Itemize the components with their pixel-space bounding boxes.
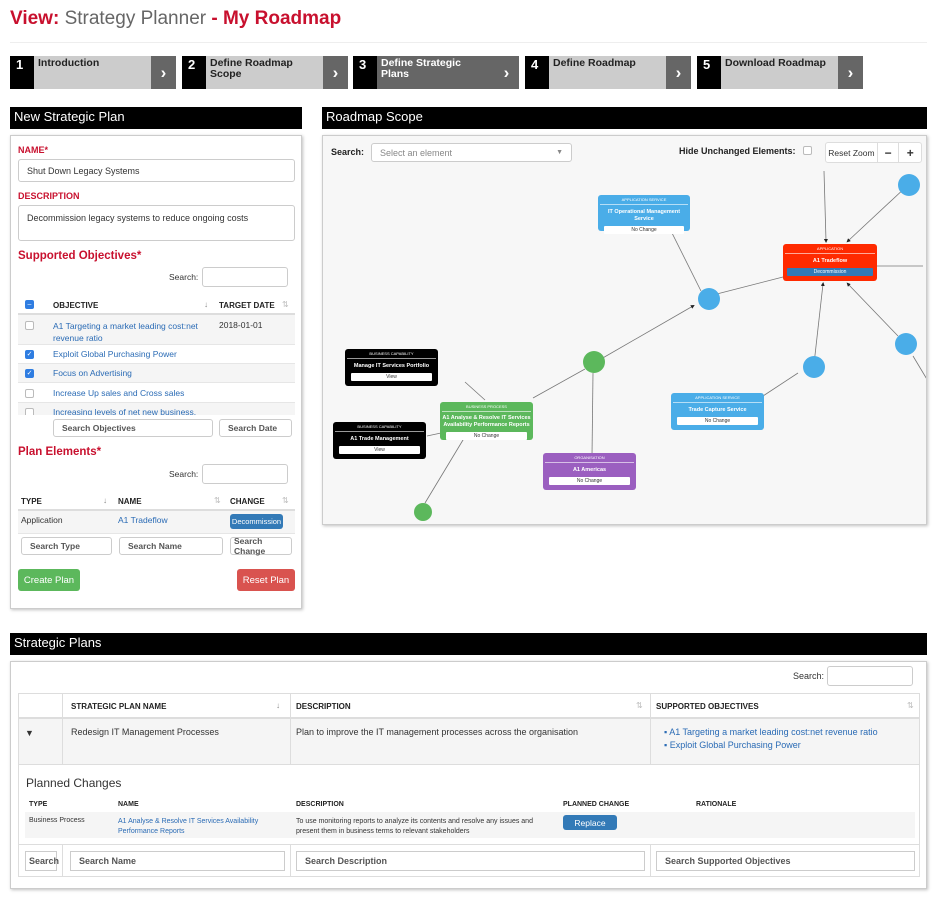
- planned-change-row: Business Process A1 Analyse & Resolve IT…: [25, 812, 915, 838]
- objective-row[interactable]: Increase Up sales and Cross sales: [18, 383, 295, 403]
- elements-search-input[interactable]: [202, 464, 288, 484]
- edge: [600, 305, 695, 360]
- objective-link[interactable]: ▪ Exploit Global Purchasing Power: [664, 740, 801, 750]
- edge: [912, 355, 926, 379]
- divider: [10, 42, 927, 43]
- search-objectives-input[interactable]: Search Objectives: [53, 419, 213, 437]
- step-download-roadmap[interactable]: 5 Download Roadmap ›: [697, 56, 863, 89]
- strategic-plans-panel: Search: STRATEGIC PLAN NAME ↓ DESCRIPTIO…: [10, 661, 927, 889]
- graph-node-manage-it-services[interactable]: BUSINESS CAPABILITY Manage IT Services P…: [345, 349, 438, 386]
- edge: [426, 432, 442, 437]
- search-name-filter[interactable]: Search Name: [70, 851, 285, 871]
- graph-node-circle[interactable]: [803, 356, 825, 378]
- graph-node-a1-tradeflow[interactable]: APPLICATION A1 Tradeflow Decommission: [783, 244, 877, 281]
- graph-node-circle[interactable]: [895, 333, 917, 355]
- objective-row[interactable]: ✓ Focus on Advertising: [18, 364, 295, 383]
- plan-details: Planned Changes TYPE NAME DESCRIPTION PL…: [18, 765, 920, 845]
- step-introduction[interactable]: 1 Introduction ›: [10, 56, 176, 89]
- objective-checkbox[interactable]: [25, 408, 34, 415]
- sort-icon[interactable]: ⇅: [636, 701, 643, 710]
- objective-link[interactable]: ▪ A1 Targeting a market leading cost:net…: [664, 727, 878, 737]
- graph-node-circle[interactable]: [698, 288, 720, 310]
- sort-icon[interactable]: ⇅: [282, 496, 289, 505]
- step-define-scope[interactable]: 2 Define Roadmap Scope ›: [182, 56, 348, 89]
- graph-node-business-process[interactable]: BUSINESS PROCESS A1 Analyse & Resolve IT…: [440, 402, 533, 440]
- chevron-right-icon[interactable]: ›: [838, 56, 863, 89]
- edge: [464, 381, 486, 401]
- chevron-right-icon[interactable]: ›: [151, 56, 176, 89]
- objective-row[interactable]: Increasing levels of net new business.: [18, 403, 295, 415]
- chevron-right-icon[interactable]: ›: [323, 56, 348, 89]
- graph-node-circle[interactable]: [414, 503, 432, 521]
- edge: [708, 276, 784, 297]
- chevron-right-icon[interactable]: ›: [666, 56, 691, 89]
- search-description-filter[interactable]: Search Description: [296, 851, 645, 871]
- edge: [670, 229, 702, 292]
- objective-checkbox[interactable]: [25, 389, 34, 398]
- sort-icon[interactable]: ⇅: [214, 496, 221, 505]
- sort-icon[interactable]: ⇅: [282, 300, 289, 309]
- objective-checkbox[interactable]: [25, 321, 34, 330]
- strategic-plans-header: Strategic Plans: [10, 633, 927, 655]
- edge: [532, 368, 586, 399]
- objective-checkbox[interactable]: ✓: [25, 369, 34, 378]
- create-plan-button[interactable]: Create Plan: [18, 569, 80, 591]
- graph-node-a1-trade-management[interactable]: BUSINESS CAPABILITY A1 Trade Management …: [333, 422, 426, 459]
- sort-asc-icon[interactable]: ↓: [276, 701, 280, 710]
- plans-table-header: STRATEGIC PLAN NAME ↓ DESCRIPTION ⇅ SUPP…: [18, 693, 920, 719]
- expand-caret-icon[interactable]: ▼: [25, 728, 34, 738]
- graph-node-circle[interactable]: [898, 174, 920, 196]
- select-all-checkbox[interactable]: –: [25, 300, 34, 309]
- sort-icon[interactable]: ⇅: [907, 701, 914, 710]
- plan-row[interactable]: ▼ Redesign IT Management Processes Plan …: [18, 719, 920, 765]
- search-objectives-filter[interactable]: Search Supported Objectives: [656, 851, 915, 871]
- objective-checkbox[interactable]: ✓: [25, 350, 34, 359]
- chevron-right-icon[interactable]: ›: [494, 56, 519, 89]
- step-define-plans[interactable]: 3 Define Strategic Plans ›: [353, 56, 519, 89]
- search-col0-input[interactable]: Search: [25, 851, 59, 871]
- search-change-input[interactable]: Search Change: [230, 536, 292, 556]
- plan-name-input[interactable]: Shut Down Legacy Systems: [18, 159, 295, 182]
- objective-row[interactable]: A1 Targeting a market leading cost:net r…: [18, 315, 295, 345]
- edge: [846, 282, 899, 337]
- edge: [813, 282, 825, 365]
- graph-node-a1-americas[interactable]: ORGANISATION A1 Americas No Change: [543, 453, 636, 490]
- new-plan-panel: NAME* Shut Down Legacy Systems DESCRIPTI…: [10, 135, 302, 609]
- change-badge[interactable]: Decommission: [230, 514, 283, 529]
- roadmap-scope-panel: Search: Select an element ▼ Hide Unchang…: [322, 135, 927, 525]
- reset-plan-button[interactable]: Reset Plan: [237, 569, 295, 591]
- edge: [762, 372, 799, 397]
- step-define-roadmap[interactable]: 4 Define Roadmap ›: [525, 56, 691, 89]
- search-type-input[interactable]: Search Type: [21, 537, 112, 555]
- objectives-search-input[interactable]: [202, 267, 288, 287]
- edge: [846, 185, 908, 243]
- element-row: Application A1 Tradeflow Decommission: [18, 511, 295, 534]
- edge: [590, 372, 595, 458]
- sort-asc-icon[interactable]: ↓: [103, 496, 107, 505]
- roadmap-scope-header: Roadmap Scope: [322, 107, 927, 129]
- edge: [424, 433, 468, 504]
- edge: [823, 170, 828, 243]
- plan-description-input[interactable]: Decommission legacy systems to reduce on…: [18, 205, 295, 241]
- graph-node-circle[interactable]: [583, 351, 605, 373]
- plans-search-input[interactable]: [827, 666, 913, 686]
- new-plan-header: New Strategic Plan: [10, 107, 302, 129]
- search-name-input[interactable]: Search Name: [119, 537, 223, 555]
- replace-badge[interactable]: Replace: [563, 815, 617, 830]
- graph-node-it-operational[interactable]: APPLICATION SERVICE IT Operational Manag…: [598, 195, 690, 234]
- search-date-input[interactable]: Search Date: [219, 419, 292, 437]
- objective-row[interactable]: ✓ Exploit Global Purchasing Power: [18, 345, 295, 364]
- filter-row: Search Search Name Search Description Se…: [18, 845, 920, 877]
- page-title: View: Strategy Planner - My Roadmap: [10, 8, 342, 29]
- graph-node-trade-capture[interactable]: APPLICATION SERVICE Trade Capture Servic…: [671, 393, 764, 430]
- sort-asc-icon[interactable]: ↓: [204, 300, 208, 309]
